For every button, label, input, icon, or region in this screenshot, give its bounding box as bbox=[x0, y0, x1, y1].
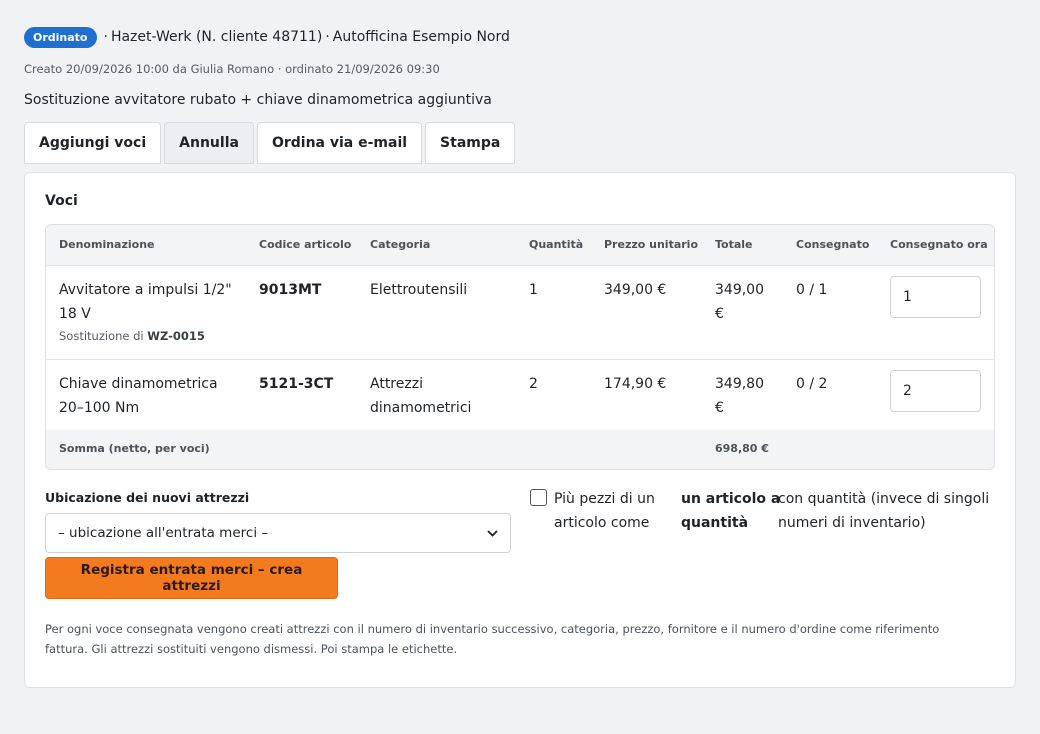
add-items-button[interactable]: Aggiungi voci bbox=[24, 122, 162, 164]
item-name-line: Avvitatore a impulsi 1/2" bbox=[59, 282, 232, 298]
email-order-button[interactable]: Ordina via e-mail bbox=[256, 122, 423, 164]
item-unit-price: 174,90 € bbox=[604, 376, 667, 392]
item-total-currency: € bbox=[715, 306, 724, 322]
item-code: 5121-3CT bbox=[259, 376, 334, 392]
header-separator: · bbox=[103, 29, 108, 45]
item-category: Attrezzi dinamometrici bbox=[370, 372, 471, 420]
order-meta: Creato 20/09/2026 10:00 da Giulia Romano… bbox=[24, 62, 440, 76]
item-total-amount: 349,80 bbox=[715, 376, 764, 392]
checkbox-label-line: Più pezzi di un bbox=[554, 491, 655, 507]
location-label: Ubicazione dei nuovi attrezzi bbox=[45, 490, 250, 505]
col-unit-price: Prezzo unitario bbox=[604, 238, 699, 251]
item-name: Chiave dinamometrica 20–100 Nm bbox=[59, 372, 249, 420]
cancel-button[interactable]: Annulla bbox=[164, 122, 254, 164]
item-name: Avvitatore a impulsi 1/2" 18 V Sostituzi… bbox=[59, 278, 249, 345]
checkbox-label-part: un articolo a quantità bbox=[681, 487, 780, 535]
replacement-prefix: Sostituzione di bbox=[59, 329, 144, 343]
sum-label: Somma (netto, per voci) bbox=[59, 442, 210, 455]
header-separator: · bbox=[325, 29, 330, 45]
item-total: 349,80 € bbox=[715, 372, 764, 420]
item-category: Elettroutensili bbox=[370, 278, 467, 302]
col-total: Totale bbox=[715, 238, 753, 251]
item-total-amount: 349,00 bbox=[715, 282, 764, 298]
toolbar: Aggiungi voci Annulla Ordina via e-mail … bbox=[24, 122, 1016, 164]
item-name-line: 18 V bbox=[59, 306, 91, 322]
location-selected-value: – ubicazione all'entrata merci – bbox=[58, 525, 269, 541]
checkbox-label-line: quantità bbox=[681, 515, 749, 531]
item-qty: 1 bbox=[529, 282, 538, 298]
item-unit-price: 349,00 € bbox=[604, 282, 667, 298]
item-category-line: Attrezzi bbox=[370, 376, 423, 392]
item-name-line: 20–100 Nm bbox=[59, 400, 140, 416]
col-code: Codice articolo bbox=[259, 238, 352, 251]
checkbox-label-line: un articolo a bbox=[681, 491, 781, 507]
table-row: Chiave dinamometrica 20–100 Nm 5121-3CT … bbox=[46, 360, 994, 430]
item-category-line: Elettroutensili bbox=[370, 282, 468, 298]
item-category-line: dinamometrici bbox=[370, 400, 472, 416]
item-delivered: 0 / 2 bbox=[796, 376, 828, 392]
item-name-line: Chiave dinamometrica bbox=[59, 376, 218, 392]
checkbox-label-part: con quantità (invece di singoli numeri d… bbox=[778, 487, 989, 535]
help-note-line: fattura. Gli attrezzi sostituiti vengono… bbox=[45, 642, 458, 656]
items-title: Voci bbox=[45, 193, 78, 209]
col-delivered: Consegnato bbox=[796, 238, 870, 251]
replacement-note: Sostituzione di WZ-0015 bbox=[59, 327, 249, 345]
supplier-name: Hazet-Werk (N. cliente 48711) bbox=[110, 29, 323, 45]
help-note-line: Per ogni voce consegnata vengono creati … bbox=[45, 622, 940, 636]
sum-value: 698,80 € bbox=[715, 442, 769, 455]
delivered-now-input[interactable] bbox=[890, 370, 981, 412]
item-total: 349,00 € bbox=[715, 278, 764, 326]
col-name: Denominazione bbox=[59, 238, 155, 251]
items-card: Voci Denominazione Codice articolo Categ… bbox=[24, 172, 1016, 688]
item-delivered: 0 / 1 bbox=[796, 282, 828, 298]
checkbox-label-line: numeri di inventario) bbox=[778, 515, 926, 531]
item-qty: 2 bbox=[529, 376, 538, 392]
help-note: Per ogni voce consegnata vengono creati … bbox=[45, 619, 975, 659]
status-badge: Ordinato bbox=[24, 26, 97, 48]
register-receipt-button[interactable]: Registra entrata merci – crea attrezzi bbox=[45, 557, 338, 599]
order-header: Ordinato · Hazet-Werk (N. cliente 48711)… bbox=[24, 26, 1016, 48]
chevron-down-icon bbox=[487, 526, 498, 540]
table-row: Avvitatore a impulsi 1/2" 18 V Sostituzi… bbox=[46, 266, 994, 360]
replacement-ref: WZ-0015 bbox=[147, 329, 205, 343]
checkbox-label-line: con quantità (invece di singoli bbox=[778, 491, 990, 507]
col-qty: Quantità bbox=[529, 238, 584, 251]
table-header: Denominazione Codice articolo Categoria … bbox=[46, 225, 994, 266]
table-sum-row: Somma (netto, per voci) 698,80 € bbox=[46, 430, 994, 469]
page: Ordinato · Hazet-Werk (N. cliente 48711)… bbox=[0, 0, 1040, 164]
items-table: Denominazione Codice articolo Categoria … bbox=[45, 224, 995, 470]
quantity-article-checkbox[interactable] bbox=[530, 489, 547, 506]
checkbox-label-part: Più pezzi di un articolo come bbox=[554, 487, 655, 535]
workshop-name: Autofficina Esempio Nord bbox=[332, 29, 510, 45]
checkbox-label-line: articolo come bbox=[554, 515, 650, 531]
col-category: Categoria bbox=[370, 238, 431, 251]
delivered-now-input[interactable] bbox=[890, 276, 981, 318]
print-button[interactable]: Stampa bbox=[425, 122, 516, 164]
item-code: 9013MT bbox=[259, 282, 322, 298]
order-description: Sostituzione avvitatore rubato + chiave … bbox=[24, 92, 492, 108]
item-total-currency: € bbox=[715, 400, 724, 416]
location-select[interactable]: – ubicazione all'entrata merci – bbox=[45, 513, 511, 553]
col-delivered-now: Consegnato ora bbox=[890, 238, 988, 251]
